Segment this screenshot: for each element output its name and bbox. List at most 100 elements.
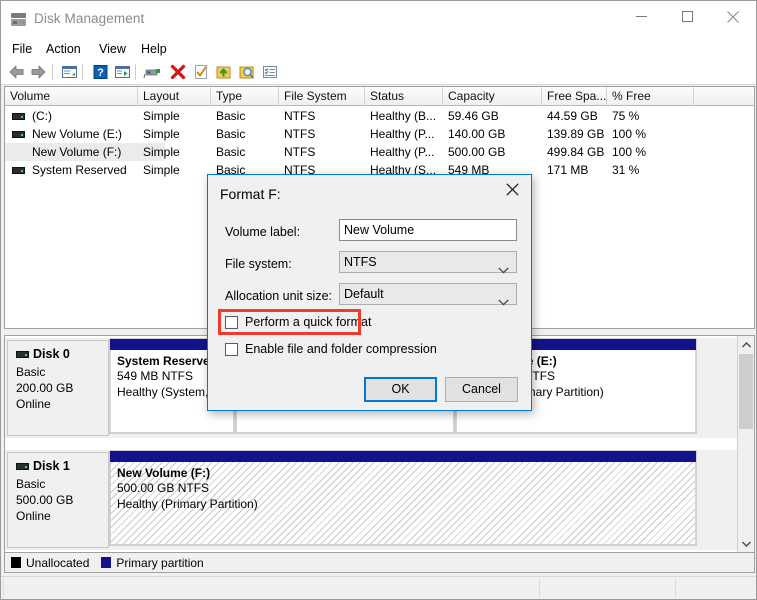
minimize-button[interactable]: [618, 1, 664, 32]
cell-capacity: 500.00 GB: [448, 145, 506, 159]
maximize-button[interactable]: [664, 1, 710, 32]
disk-drive-icon: [16, 351, 29, 358]
cell-layout: Simple: [143, 163, 180, 177]
legend-swatch: [101, 557, 112, 568]
disk-name: Disk 0: [16, 347, 108, 361]
scroll-down-arrow[interactable]: [738, 535, 754, 552]
cell-layout: Simple: [143, 127, 180, 141]
cancel-button[interactable]: Cancel: [445, 377, 518, 402]
column-header-file-system[interactable]: File System: [279, 87, 365, 106]
menu-item-action[interactable]: Action: [41, 41, 86, 57]
menu-item-view[interactable]: View: [94, 41, 131, 57]
show-hide-console-tree-icon[interactable]: [112, 63, 132, 81]
column-header-blank[interactable]: [694, 87, 754, 106]
find-icon[interactable]: [237, 63, 257, 81]
list-view-icon[interactable]: [260, 63, 280, 81]
column-header-layout[interactable]: Layout: [138, 87, 211, 106]
status-pane-2: [539, 579, 675, 598]
volume-list-header: Volume Layout Type File System Status Capacit…: [5, 87, 754, 106]
partition-legend: Unallocated Primary partition: [4, 553, 755, 573]
toolbar-separator-1: [52, 64, 53, 80]
status-pane-3: [675, 579, 754, 598]
status-bar: [1, 576, 756, 599]
partition-type-bar: [110, 451, 696, 462]
ok-button[interactable]: OK: [364, 377, 437, 402]
help-icon[interactable]: ?: [90, 63, 110, 81]
file-system-value: NTFS: [344, 255, 377, 269]
scrollbar-thumb[interactable]: [739, 354, 753, 429]
cell-volume: (C:): [32, 109, 52, 123]
menu-item-help[interactable]: Help: [136, 41, 172, 57]
disk-size: 500.00 GB: [16, 493, 74, 507]
disk-size: 200.00 GB: [16, 381, 74, 395]
cell-layout: Simple: [143, 109, 180, 123]
allocation-unit-size-label: Allocation unit size:: [225, 289, 333, 303]
forward-icon[interactable]: [28, 63, 48, 81]
disk-drive-icon: [16, 463, 29, 470]
cell-percent-free: 100 %: [612, 145, 647, 159]
rescan-disks-icon[interactable]: [143, 63, 163, 81]
volume-label-input[interactable]: New Volume: [339, 219, 517, 241]
partition-block[interactable]: New Volume (F:) 500.00 GB NTFS Healthy (Pr…: [109, 450, 697, 546]
table-row[interactable]: New Volume (F:) Simple Basic NTFS Healthy (P…: [5, 143, 754, 161]
menu-item-file[interactable]: File: [7, 41, 37, 57]
cell-free-space: 499.84 GB: [547, 145, 605, 159]
perform-quick-format-checkbox[interactable]: Perform a quick format: [225, 315, 371, 330]
new-volume-icon[interactable]: [214, 63, 234, 81]
cell-percent-free: 75 %: [612, 109, 640, 123]
column-header-free-spa[interactable]: Free Spa...: [542, 87, 607, 106]
allocation-unit-size-select[interactable]: Default: [339, 283, 517, 306]
checkbox-box: [225, 343, 238, 356]
close-button[interactable]: [710, 1, 756, 32]
cell-free-space: 171 MB: [547, 163, 589, 177]
back-icon[interactable]: [7, 63, 27, 81]
disk-type: Basic: [16, 477, 46, 491]
perform-quick-format-label: Perform a quick format: [245, 315, 372, 329]
disk-info-panel[interactable]: Disk 1 Basic 500.00 GB Online: [7, 452, 109, 548]
enable-compression-label: Enable file and folder compression: [245, 342, 437, 356]
cell-percent-free: 100 %: [612, 127, 647, 141]
legend-label: Primary partition: [116, 556, 204, 570]
menu-bar: File Action View Help: [1, 39, 756, 59]
disk-info-panel[interactable]: Disk 0 Basic 200.00 GB Online: [7, 340, 109, 436]
column-header-type[interactable]: Type: [211, 87, 279, 106]
dialog-title: Format F:: [220, 186, 281, 202]
enable-compression-checkbox[interactable]: Enable file and folder compression: [225, 342, 437, 357]
up-folder-icon[interactable]: [59, 63, 79, 81]
disk-name-label: Disk 1: [33, 459, 70, 473]
chevron-down-icon: [498, 292, 509, 312]
delete-icon[interactable]: [168, 63, 188, 81]
toolbar: ?: [1, 59, 756, 85]
partition-health: Healthy (Primary Partition): [117, 497, 258, 511]
properties-check-icon[interactable]: [191, 63, 211, 81]
cell-status: Healthy (B...: [370, 109, 437, 123]
scroll-up-arrow[interactable]: [738, 336, 754, 353]
disk-type: Basic: [16, 365, 46, 379]
legend-swatch: [11, 557, 21, 568]
cell-type: Basic: [216, 145, 246, 159]
file-system-label: File system:: [225, 257, 292, 271]
disk-state: Online: [16, 397, 51, 411]
title-bar: Disk Management: [1, 1, 756, 39]
column-header-status[interactable]: Status: [365, 87, 443, 106]
cell-volume: System Reserved: [32, 163, 127, 177]
table-row[interactable]: (C:) Simple Basic NTFS Healthy (B... 59.46 GB…: [5, 107, 754, 125]
window-title: Disk Management: [34, 11, 145, 26]
column-header-volume[interactable]: Volume: [5, 87, 138, 106]
column-header-free[interactable]: % Free: [607, 87, 694, 106]
cell-volume: New Volume (F:): [5, 143, 165, 161]
column-header-capacity[interactable]: Capacity: [443, 87, 542, 106]
cell-layout: Simple: [143, 145, 180, 159]
cell-type: Basic: [216, 109, 246, 123]
partition-details: New Volume (F:) 500.00 GB NTFS Healthy (Pr…: [110, 462, 696, 545]
partition-title: New Volume (F:): [117, 466, 211, 480]
close-icon[interactable]: [493, 175, 531, 203]
graphical-view-scrollbar[interactable]: [737, 336, 754, 552]
disk-name: Disk 1: [16, 459, 108, 473]
volume-label-label: Volume label:: [225, 225, 301, 239]
file-system-select[interactable]: NTFS: [339, 251, 517, 274]
cell-capacity: 59.46 GB: [448, 109, 499, 123]
format-dialog: Format F: Volume label: New Volume File …: [207, 174, 532, 411]
table-row[interactable]: New Volume (E:) Simple Basic NTFS Healthy (P…: [5, 125, 754, 143]
cell-file-system: NTFS: [284, 109, 316, 123]
